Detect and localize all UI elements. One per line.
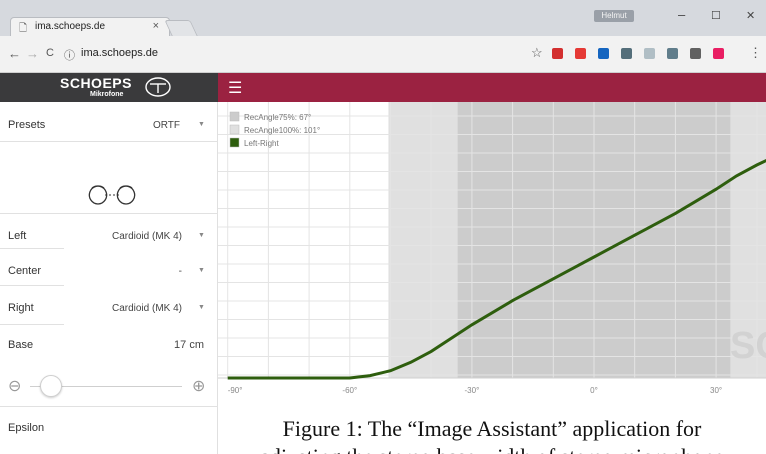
minimize-button[interactable]: –	[678, 7, 685, 22]
bookmark-star-icon[interactable]: ☆	[531, 45, 543, 61]
right-mic-chevron-down-icon[interactable]: ▼	[198, 304, 205, 311]
left-mic-chevron-down-icon[interactable]: ▼	[198, 232, 205, 239]
caption-line-2: adjusting the stereo base width of stere…	[218, 444, 766, 454]
browser-tab[interactable]: 🗋 ima.schoeps.de ×	[10, 17, 170, 36]
center-mic-chevron-down-icon[interactable]: ▼	[198, 267, 205, 274]
x-tick-label: 0°	[590, 386, 598, 395]
app-header: ☰	[218, 73, 766, 102]
close-window-button[interactable]: ✕	[746, 9, 755, 22]
browser-extension-icon[interactable]	[552, 48, 563, 59]
browser-extension-icon[interactable]	[667, 48, 678, 59]
stereo-chart: SC -90° -60° -30° 0° 30° RecAngle75%: 67° Rec…	[218, 102, 766, 395]
legend-label: Left-Right	[244, 139, 279, 148]
divider	[0, 285, 64, 286]
address-bar-row: ← → C ⓘ ima.schoeps.de ☆ ⋮	[0, 36, 766, 73]
logo-subtitle: Mikrofone	[90, 91, 124, 98]
tab-close-icon[interactable]: ×	[153, 20, 159, 32]
right-mic-select[interactable]: Cardioid (MK 4)	[90, 303, 182, 314]
browser-extension-icon[interactable]	[713, 48, 724, 59]
legend-swatch	[229, 137, 240, 148]
browser-extension-icon[interactable]	[575, 48, 586, 59]
browser-extension-icon[interactable]	[598, 48, 609, 59]
presets-chevron-down-icon[interactable]: ▼	[198, 121, 205, 128]
base-value: 17 cm	[174, 339, 204, 351]
settings-panel: SCHOEPS Mikrofone Presets ORTF ▼ Left Ca…	[0, 73, 218, 454]
maximize-button[interactable]: ☐	[711, 9, 721, 22]
base-label: Base	[8, 339, 34, 351]
browser-tab-strip: 🗋 ima.schoeps.de × Helmut – ☐ ✕	[0, 0, 766, 36]
browser-extension-icon[interactable]	[690, 48, 701, 59]
x-tick-label: -30°	[465, 386, 480, 395]
epsilon-label: Epsilon	[8, 422, 45, 434]
x-tick-label: 30°	[710, 386, 722, 395]
schoeps-emblem-icon	[145, 77, 171, 97]
presets-select[interactable]: ORTF	[120, 120, 180, 131]
browser-menu-icon[interactable]: ⋮	[749, 45, 762, 61]
center-mic-select[interactable]: -	[150, 266, 182, 277]
divider	[0, 406, 218, 407]
hamburger-icon[interactable]: ☰	[228, 78, 242, 98]
url-field[interactable]: ima.schoeps.de	[81, 47, 158, 59]
right-mic-label: Right	[8, 302, 34, 314]
divider	[0, 213, 218, 214]
divider	[0, 141, 218, 142]
microphone-pair-icon	[88, 185, 136, 205]
legend-swatch	[229, 111, 240, 122]
profile-badge[interactable]: Helmut	[594, 10, 634, 22]
presets-label: Presets	[8, 119, 46, 131]
legend-swatch	[229, 124, 240, 135]
figure-caption: Figure 1: The “Image Assistant” applicat…	[218, 400, 766, 454]
legend-label: RecAngle100%: 101°	[244, 126, 320, 135]
base-slider-handle[interactable]	[40, 375, 63, 397]
browser-extension-icon[interactable]	[644, 48, 655, 59]
left-mic-label: Left	[8, 230, 27, 242]
forward-button[interactable]: →	[26, 46, 39, 61]
reload-button[interactable]: C	[46, 47, 54, 59]
legend-label: RecAngle75%: 67°	[244, 113, 311, 122]
x-tick-label: -60°	[342, 386, 357, 395]
x-tick-label: -90°	[228, 386, 243, 395]
center-mic-label: Center	[8, 265, 42, 277]
back-button[interactable]: ←	[8, 46, 21, 61]
divider	[0, 248, 64, 249]
browser-extension-icon[interactable]	[621, 48, 632, 59]
divider	[0, 324, 64, 325]
tab-title: ima.schoeps.de	[35, 21, 106, 32]
base-increase-icon[interactable]: ⊕	[192, 376, 205, 396]
info-icon[interactable]: ⓘ	[64, 47, 75, 63]
left-mic-select[interactable]: Cardioid (MK 4)	[90, 231, 182, 242]
watermark-text: SC	[730, 325, 766, 367]
base-decrease-icon[interactable]: ⊖	[8, 376, 21, 396]
logo-name: SCHOEPS	[60, 75, 132, 91]
caption-line-1: Figure 1: The “Image Assistant” applicat…	[282, 416, 702, 441]
logo-bar: SCHOEPS Mikrofone	[0, 73, 218, 102]
